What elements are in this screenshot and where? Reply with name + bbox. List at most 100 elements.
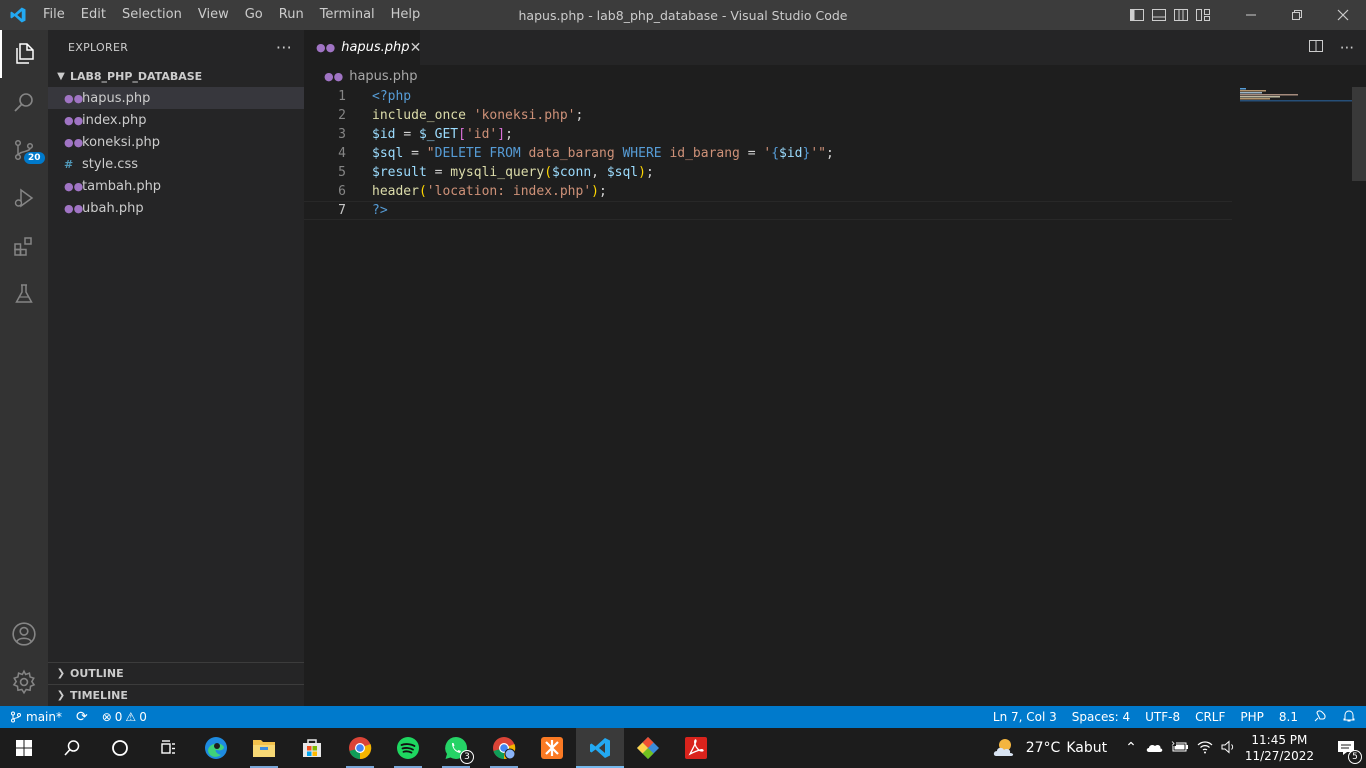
tab-hapus-php[interactable]: ●● hapus.php ✕ (304, 30, 422, 65)
task-view-icon[interactable] (144, 728, 192, 768)
toggle-primary-sidebar-icon[interactable] (1126, 0, 1148, 30)
chrome-profile-icon[interactable] (480, 728, 528, 768)
code-line: 2 include_once 'koneksi.php'; (304, 106, 1366, 125)
branch-name: main* (26, 710, 62, 724)
scrollbar-thumb[interactable] (1352, 87, 1366, 181)
testing-icon[interactable] (0, 270, 48, 318)
menu-help[interactable]: Help (383, 0, 429, 30)
language-mode[interactable]: PHP (1240, 710, 1264, 724)
activity-bar: 20 (0, 30, 48, 706)
editor-tabs: ●● hapus.php ✕ ··· (304, 30, 1366, 65)
indentation[interactable]: Spaces: 4 (1072, 710, 1130, 724)
bell-icon[interactable] (1342, 709, 1356, 726)
folder-header[interactable]: ▼ LAB8_PHP_DATABASE (48, 65, 304, 87)
menu-go[interactable]: Go (237, 0, 271, 30)
php-version[interactable]: 8.1 (1279, 710, 1298, 724)
chevron-right-icon: ❯ (56, 668, 66, 679)
menu-terminal[interactable]: Terminal (312, 0, 383, 30)
breadcrumb[interactable]: ●● hapus.php (304, 65, 1366, 87)
weather-widget[interactable]: 27°C Kabut (992, 736, 1107, 760)
spotify-icon[interactable] (384, 728, 432, 768)
wifi-icon[interactable] (1197, 740, 1213, 757)
windows-start-icon[interactable] (0, 728, 48, 768)
file-item-tambah[interactable]: ●● tambah.php (48, 175, 304, 197)
taskbar-search-icon[interactable] (48, 728, 96, 768)
code-text: $result = mysqli_query($conn, $sql); (372, 165, 654, 180)
file-explorer-icon[interactable] (240, 728, 288, 768)
action-center-icon[interactable]: 5 (1326, 728, 1366, 768)
restore-button[interactable] (1274, 0, 1320, 30)
feedback-icon[interactable] (1313, 709, 1327, 726)
xampp-icon[interactable] (528, 728, 576, 768)
file-item-index[interactable]: ●● index.php (48, 109, 304, 131)
explorer-icon[interactable] (0, 30, 48, 78)
acrobat-icon[interactable] (672, 728, 720, 768)
vscode-taskbar-icon[interactable] (576, 728, 624, 768)
status-bar: main* ⟳ ⊗ 0 ⚠ 0 Ln 7, Col 3 Spaces: 4 UT… (0, 706, 1366, 728)
timeline-section[interactable]: ❯ TIMELINE (48, 684, 304, 706)
editor-area: ●● hapus.php ✕ ··· ●● hapus.php 1 <?php … (304, 30, 1366, 706)
warning-count: 0 (139, 710, 147, 724)
menu-view[interactable]: View (190, 0, 237, 30)
end-of-line[interactable]: CRLF (1195, 710, 1225, 724)
branch-indicator[interactable]: main* (10, 710, 62, 724)
source-control-icon[interactable]: 20 (0, 126, 48, 174)
more-actions-icon[interactable]: ··· (1340, 39, 1354, 57)
gear-icon[interactable] (0, 658, 48, 706)
chevron-up-icon[interactable]: ⌃ (1125, 740, 1137, 756)
battery-icon[interactable] (1170, 740, 1189, 756)
chevron-right-icon: ❯ (56, 690, 66, 701)
folder-name: LAB8_PHP_DATABASE (70, 69, 203, 83)
cortana-icon[interactable] (96, 728, 144, 768)
chrome-icon[interactable] (336, 728, 384, 768)
error-count: 0 (114, 710, 123, 724)
file-item-koneksi[interactable]: ●● koneksi.php (48, 131, 304, 153)
code-text: $id = $_GET['id']; (372, 127, 513, 142)
file-item-hapus[interactable]: ●● hapus.php (48, 87, 304, 109)
outline-section[interactable]: ❯ OUTLINE (48, 662, 304, 684)
php-file-icon: ●● (64, 91, 84, 105)
line-number: 6 (338, 184, 346, 199)
file-name: style.css (82, 156, 138, 172)
onedrive-icon[interactable] (1145, 741, 1163, 756)
toggle-secondary-sidebar-icon[interactable] (1170, 0, 1192, 30)
editor-scrollbar[interactable] (1352, 87, 1366, 706)
code-line: 3 $id = $_GET['id']; (304, 125, 1366, 144)
volume-icon[interactable] (1221, 739, 1237, 757)
encoding[interactable]: UTF-8 (1145, 710, 1180, 724)
account-icon[interactable] (0, 610, 48, 658)
split-editor-icon[interactable] (1308, 38, 1324, 58)
customize-layout-icon[interactable] (1192, 0, 1214, 30)
git-icon[interactable] (624, 728, 672, 768)
line-number: 5 (338, 165, 346, 180)
code-text: ?> (372, 203, 388, 218)
sync-icon[interactable]: ⟳ (76, 709, 88, 725)
clock[interactable]: 11:45 PM 11/27/2022 (1245, 732, 1314, 764)
close-window-button[interactable] (1320, 0, 1366, 30)
minimize-button[interactable] (1228, 0, 1274, 30)
file-name: koneksi.php (82, 134, 161, 150)
close-tab-icon[interactable]: ✕ (410, 40, 422, 56)
title-bar: File Edit Selection View Go Run Terminal… (0, 0, 1366, 30)
explorer-more-actions-button[interactable]: ··· (276, 38, 292, 57)
file-item-style[interactable]: # style.css (48, 153, 304, 175)
problems-indicator[interactable]: ⊗ 0 ⚠ 0 (102, 710, 147, 724)
whatsapp-icon[interactable]: 3 (432, 728, 480, 768)
file-item-ubah[interactable]: ●● ubah.php (48, 197, 304, 219)
toggle-panel-icon[interactable] (1148, 0, 1170, 30)
line-number: 3 (338, 127, 346, 142)
menu-edit[interactable]: Edit (73, 0, 114, 30)
weather-temp: 27°C (1025, 740, 1061, 756)
minimap[interactable] (1240, 87, 1352, 102)
menu-file[interactable]: File (35, 0, 73, 30)
menu-run[interactable]: Run (271, 0, 312, 30)
menu-selection[interactable]: Selection (114, 0, 190, 30)
edge-icon[interactable] (192, 728, 240, 768)
search-icon[interactable] (0, 78, 48, 126)
cursor-position[interactable]: Ln 7, Col 3 (993, 710, 1057, 724)
run-debug-icon[interactable] (0, 174, 48, 222)
code-editor[interactable]: 1 <?php 2 include_once 'koneksi.php'; 3 … (304, 87, 1366, 220)
microsoft-store-icon[interactable] (288, 728, 336, 768)
menu-bar: File Edit Selection View Go Run Terminal… (35, 0, 428, 30)
extensions-icon[interactable] (0, 222, 48, 270)
